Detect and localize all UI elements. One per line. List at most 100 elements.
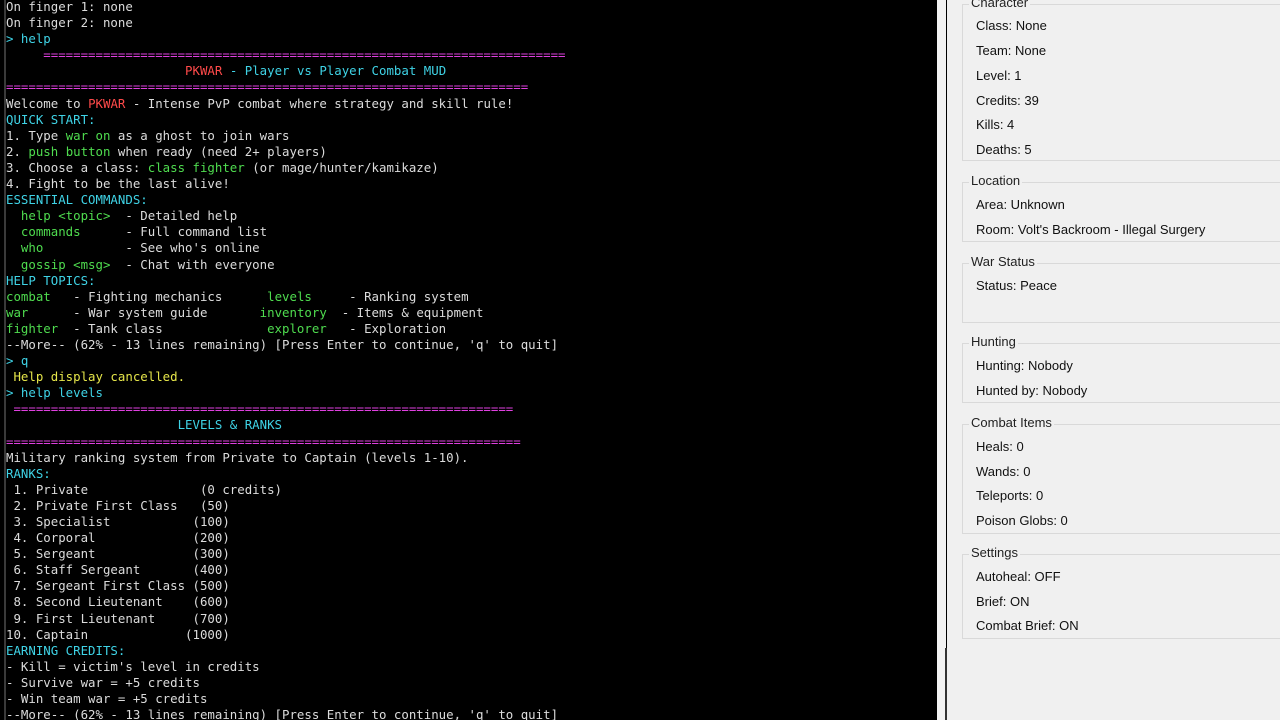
terminal-text: - Survive war = +5 credits <box>6 674 200 690</box>
location-group: Location Area: Unknown Room: Volt's Back… <box>962 173 1280 242</box>
terminal-text: On finger 2: none <box>6 15 133 31</box>
terminal-line: Help display cancelled. <box>6 369 937 385</box>
terminal-line: 4. Corporal (200) <box>6 530 937 546</box>
terminal-line: Welcome to PKWAR - Intense PvP combat wh… <box>6 96 937 112</box>
terminal-text: > q <box>6 353 29 369</box>
terminal-text: LEVELS & RANKS <box>6 417 283 433</box>
terminal-line: fighter - Tank class explorer - Explorat… <box>6 321 937 337</box>
terminal-text: levels <box>267 288 312 304</box>
terminal-line: 3. Choose a class: class fighter (or mag… <box>6 160 937 176</box>
hunting-group: Hunting Hunting: Nobody Hunted by: Nobod… <box>962 334 1280 403</box>
terminal-line: > q <box>6 353 937 369</box>
terminal-text: - Chat with everyone <box>110 256 275 272</box>
status-sidebar: Character Class: None Team: None Level: … <box>947 0 1280 720</box>
terminal-line: --More-- (62% - 13 lines remaining) [Pre… <box>6 337 937 353</box>
terminal-text: inventory <box>259 304 327 320</box>
terminal-text: - See who's online <box>43 240 260 256</box>
room-field: Room: Volt's Backroom - Illegal Surgery <box>976 222 1206 237</box>
terminal-text: 3. Specialist (100) <box>6 514 230 529</box>
level-field: Level: 1 <box>976 68 1022 83</box>
terminal-text: - War system guide <box>28 304 260 320</box>
pane-splitter[interactable] <box>937 0 946 720</box>
war-status-group: War Status Status: Peace <box>962 254 1280 323</box>
terminal-line: Military ranking system from Private to … <box>6 450 937 466</box>
terminal-line: LEVELS & RANKS <box>6 417 937 433</box>
terminal-text: commands <box>6 224 81 240</box>
character-group: Character Class: None Team: None Level: … <box>962 0 1280 161</box>
credits-field: Credits: 39 <box>976 93 1039 108</box>
terminal-output[interactable]: On finger 1: none On finger 2: none > help… <box>0 0 937 720</box>
terminal-line: ========================================… <box>6 401 937 417</box>
terminal-text: - Ranking system <box>311 288 469 304</box>
terminal-text: 9. First Lieutenant (700) <box>6 610 230 626</box>
hunting-field: Hunting: Nobody <box>976 358 1073 373</box>
autoheal-field: Autoheal: OFF <box>976 569 1061 584</box>
terminal-line: On finger 1: none <box>6 0 937 15</box>
terminal-text: 3. Choose a class: <box>6 159 148 175</box>
terminal-text: 4. Fight to be the last alive! <box>6 176 230 192</box>
terminal-line: combat - Fighting mechanics levels - Ran… <box>6 289 937 305</box>
terminal-line: ========================================… <box>6 434 937 450</box>
team-field: Team: None <box>976 43 1047 58</box>
terminal-line: 8. Second Lieutenant (600) <box>6 594 937 610</box>
war-status-group-title: War Status <box>969 254 1037 270</box>
terminal-text: 10. Captain (1000) <box>6 626 230 642</box>
terminal-text: combat <box>6 288 51 304</box>
terminal-text: push button <box>28 143 111 159</box>
terminal-line: 1. Private (0 credits) <box>6 482 937 498</box>
terminal-text: 8. Second Lieutenant (600) <box>6 594 230 610</box>
terminal-line: ========================================… <box>6 79 937 95</box>
terminal-text: --More-- (62% - 13 lines remaining) [Pre… <box>6 336 559 352</box>
heals-field: Heals: 0 <box>976 439 1024 454</box>
terminal-line: > help <box>6 31 937 47</box>
terminal-text: (or mage/hunter/kamikaze) <box>244 159 439 175</box>
terminal-line: who - See who's online <box>6 240 937 256</box>
terminal-text: - Fighting mechanics <box>50 288 268 304</box>
terminal-text: - Full command list <box>80 224 268 240</box>
terminal-text: when ready (need 2+ players) <box>110 143 327 159</box>
terminal-text: ========================================… <box>6 79 529 95</box>
deaths-field: Deaths: 5 <box>976 142 1032 157</box>
terminal-line: 4. Fight to be the last alive! <box>6 176 937 192</box>
terminal-text: - Items & equipment <box>326 304 484 320</box>
terminal-line: 2. Private First Class (50) <box>6 498 937 514</box>
terminal-text: - Win team war = +5 credits <box>6 691 208 707</box>
terminal-line: 6. Staff Sergeant (400) <box>6 562 937 578</box>
terminal-text: 2. Private First Class (50) <box>6 497 230 513</box>
terminal-text: - Exploration <box>326 320 447 336</box>
terminal-text: RANKS: <box>6 465 51 481</box>
terminal-line: EARNING CREDITS: <box>6 643 937 659</box>
terminal-text: > help levels <box>6 385 103 401</box>
terminal-line: gossip <msg> - Chat with everyone <box>6 257 937 273</box>
terminal-text: who <box>6 240 44 256</box>
brief-field: Brief: ON <box>976 594 1030 609</box>
terminal-text: HELP TOPICS: <box>6 272 96 288</box>
terminal-line: RANKS: <box>6 466 937 482</box>
terminal-line: 10. Captain (1000) <box>6 627 937 643</box>
hunted-by-field: Hunted by: Nobody <box>976 383 1088 398</box>
settings-group-title: Settings <box>969 545 1020 561</box>
terminal-line: 5. Sergeant (300) <box>6 546 937 562</box>
terminal-line: QUICK START: <box>6 112 937 128</box>
war-status-field: Status: Peace <box>976 278 1057 293</box>
terminal-line: 3. Specialist (100) <box>6 514 937 530</box>
combat-brief-field: Combat Brief: ON <box>976 618 1079 633</box>
terminal-text: - Detailed help <box>110 208 238 224</box>
terminal-text: 1. Type <box>6 127 66 143</box>
terminal-line: ========================================… <box>6 47 937 63</box>
terminal-line: war - War system guide inventory - Items… <box>6 305 937 321</box>
terminal-text: 6. Staff Sergeant (400) <box>6 562 230 578</box>
terminal-text: help <topic> <box>6 208 111 224</box>
terminal-text: PKWAR <box>88 95 126 111</box>
terminal-text: ESSENTIAL COMMANDS: <box>6 192 148 208</box>
terminal-text: --More-- (62% - 13 lines remaining) [Pre… <box>6 707 559 720</box>
terminal-text: - Tank class <box>58 320 268 336</box>
terminal-text: war on <box>65 127 111 143</box>
terminal-line: 1. Type war on as a ghost to join wars <box>6 128 937 144</box>
terminal-text: Welcome to <box>6 95 89 111</box>
terminal-line: HELP TOPICS: <box>6 273 937 289</box>
terminal-text: fighter <box>6 320 59 336</box>
class-field: Class: None <box>976 18 1047 33</box>
terminal-line: ESSENTIAL COMMANDS: <box>6 192 937 208</box>
kills-field: Kills: 4 <box>976 117 1015 132</box>
